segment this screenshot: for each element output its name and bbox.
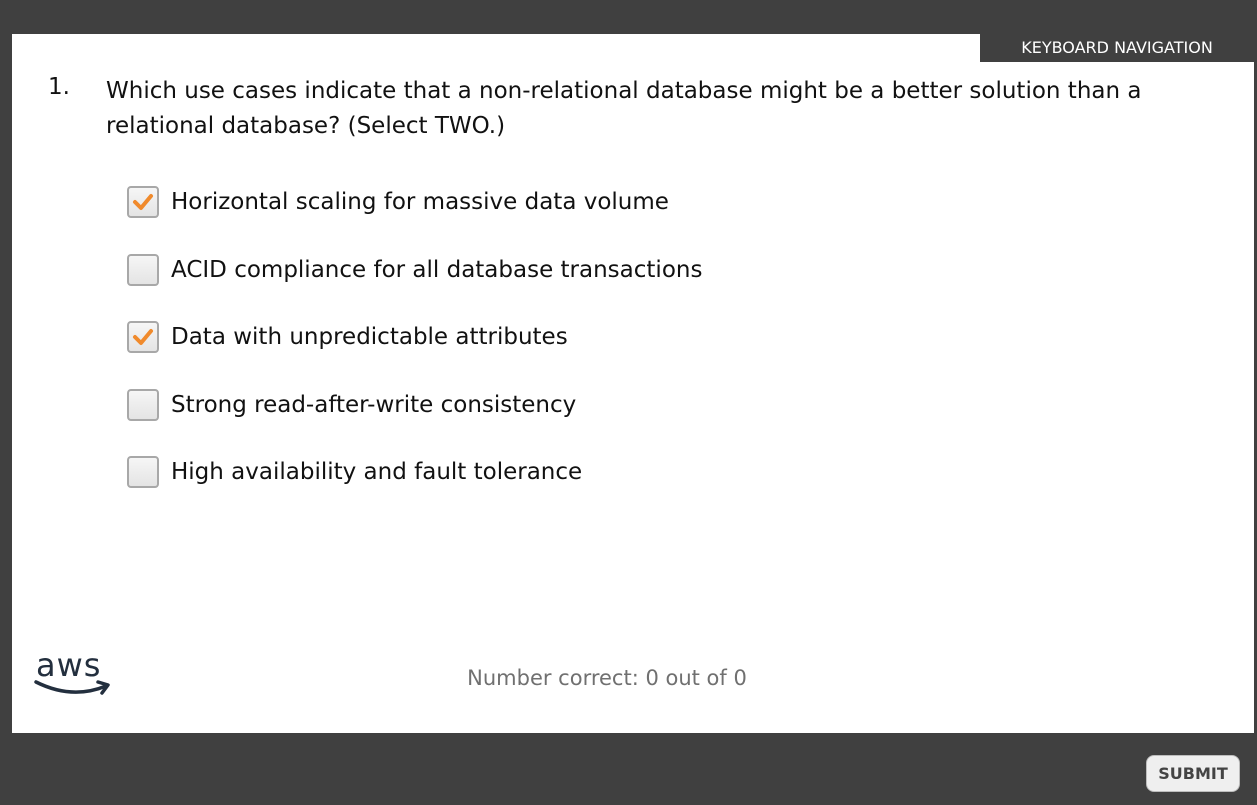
checkmark-icon xyxy=(133,194,153,210)
checkbox[interactable] xyxy=(127,321,159,353)
answer-option-label: Data with unpredictable attributes xyxy=(171,324,568,350)
answer-option-2[interactable]: ACID compliance for all database transac… xyxy=(127,252,702,288)
answer-option-label: High availability and fault tolerance xyxy=(171,459,583,485)
checkbox[interactable] xyxy=(127,254,159,286)
answer-option-4[interactable]: Strong read-after-write consistency xyxy=(127,387,576,423)
quiz-slide: KEYBOARD NAVIGATION 1. Which use cases i… xyxy=(12,34,1254,733)
question-number: 1. xyxy=(48,74,70,100)
checkmark-icon xyxy=(133,329,153,345)
question-text: Which use cases indicate that a non-rela… xyxy=(106,78,1142,139)
answer-option-3[interactable]: Data with unpredictable attributes xyxy=(127,319,568,355)
answer-option-1[interactable]: Horizontal scaling for massive data volu… xyxy=(127,184,669,220)
submit-button[interactable]: SUBMIT xyxy=(1146,755,1240,792)
answer-option-label: Horizontal scaling for massive data volu… xyxy=(171,189,669,215)
answer-option-label: Strong read-after-write consistency xyxy=(171,392,577,418)
answer-option-5[interactable]: High availability and fault tolerance xyxy=(127,454,582,490)
score-text: Number correct: 0 out of 0 xyxy=(467,666,747,690)
checkbox[interactable] xyxy=(127,456,159,488)
answer-option-label: ACID compliance for all database transac… xyxy=(171,257,703,283)
checkbox[interactable] xyxy=(127,186,159,218)
checkbox[interactable] xyxy=(127,389,159,421)
keyboard-navigation-button[interactable]: KEYBOARD NAVIGATION xyxy=(978,34,1254,64)
